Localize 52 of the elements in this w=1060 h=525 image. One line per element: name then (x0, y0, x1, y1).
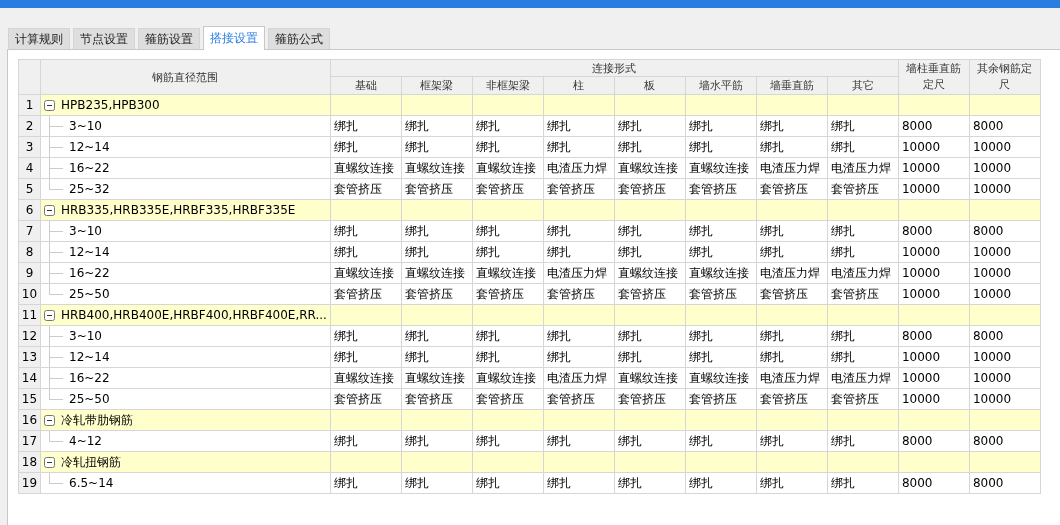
tree-item-label: 16~22 (68, 266, 110, 280)
row-number: 14 (18, 367, 41, 389)
tab[interactable]: 节点设置 (73, 28, 135, 49)
collapse-icon[interactable] (44, 309, 55, 321)
collapse-icon[interactable] (44, 204, 55, 216)
row-number: 2 (18, 115, 41, 137)
tree-group-label: 冷轧扭钢筋 (61, 453, 121, 471)
tree-group-label: HRB335,HRB335E,HRBF335,HRBF335E (61, 203, 296, 217)
row-number: 17 (18, 430, 41, 452)
row-number: 15 (18, 388, 41, 410)
tree-item-label: 12~14 (68, 245, 110, 259)
tree-item-label: 25~50 (68, 392, 110, 406)
row-number: 13 (18, 346, 41, 368)
row-number: 1 (18, 94, 41, 116)
tree-item-label: 16~22 (68, 371, 110, 385)
row-number: 12 (18, 325, 41, 347)
tree-item-label: 25~50 (68, 287, 110, 301)
collapse-icon[interactable] (44, 414, 55, 426)
row-number: 9 (18, 262, 41, 284)
tree-item-label: 12~14 (68, 140, 110, 154)
row-number: 5 (18, 178, 41, 200)
tab[interactable]: 箍筋公式 (268, 28, 330, 49)
column-header: 钢筋直径范围 (40, 59, 331, 95)
tree-item-label: 16~22 (68, 161, 110, 175)
tree-group-label: HRB400,HRB400E,HRBF400,HRBF400E,RR... (61, 308, 327, 322)
tree-item-label: 12~14 (68, 350, 110, 364)
column-group-header: 连接形式 (330, 59, 899, 77)
tab[interactable]: 计算规则 (8, 28, 70, 49)
row-number: 7 (18, 220, 41, 242)
row-number: 11 (18, 304, 41, 326)
row-number: 3 (18, 136, 41, 158)
tree-item-label: 3~10 (68, 119, 102, 133)
row-number: 6 (18, 199, 41, 221)
tree-item-label: 4~12 (68, 434, 102, 448)
row-number: 16 (18, 409, 41, 431)
column-header: 其余钢筋定尺 (969, 59, 1041, 95)
row-number: 18 (18, 451, 41, 473)
collapse-icon[interactable] (44, 99, 55, 111)
row-number: 19 (18, 472, 41, 494)
column-header: 墙柱垂直筋定尺 (898, 59, 970, 95)
tree-group-label: 冷轧带肋钢筋 (61, 411, 133, 429)
row-number: 4 (18, 157, 41, 179)
tree-item-label: 6.5~14 (68, 476, 114, 490)
collapse-icon[interactable] (44, 456, 55, 468)
row-number: 10 (18, 283, 41, 305)
tab[interactable]: 箍筋设置 (138, 28, 200, 49)
row-number: 8 (18, 241, 41, 263)
tree-item-label: 3~10 (68, 224, 102, 238)
tree-item-label: 25~32 (68, 182, 110, 196)
tree-item-label: 3~10 (68, 329, 102, 343)
tree-group-label: HPB235,HPB300 (61, 98, 160, 112)
tab[interactable]: 搭接设置 (203, 26, 265, 50)
